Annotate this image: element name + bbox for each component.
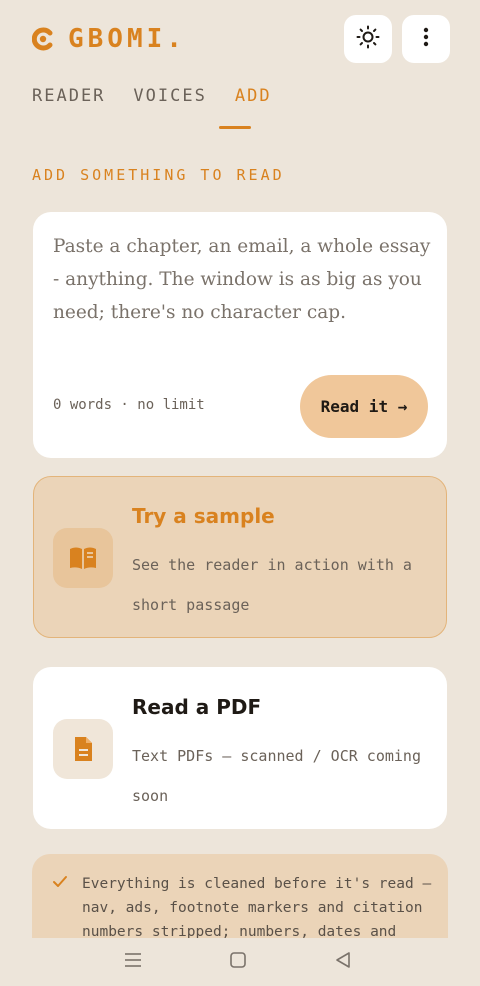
tab-add[interactable]: ADD — [235, 86, 272, 106]
more-vertical-icon — [414, 25, 438, 53]
app-header: GBOMI. — [0, 0, 480, 80]
read-pdf-card[interactable]: Read a PDF Text PDFs — scanned / OCR com… — [33, 667, 447, 829]
check-icon — [52, 874, 68, 894]
book-open-icon — [53, 528, 113, 588]
sample-title: Try a sample — [132, 504, 275, 528]
theme-toggle-button[interactable] — [344, 15, 392, 63]
sample-description: See the reader in action with a short pa… — [132, 556, 412, 614]
active-tab-indicator — [219, 126, 251, 129]
home-button[interactable] — [226, 950, 250, 974]
tab-voices[interactable]: VOICES — [133, 86, 206, 106]
back-triangle-icon — [334, 951, 352, 973]
tab-reader[interactable]: READER — [32, 86, 105, 106]
menu-lines-icon — [123, 951, 143, 973]
paste-text-card: Paste a chapter, an email, a whole essay… — [33, 212, 447, 458]
document-icon — [53, 719, 113, 779]
word-count: 0 words · no limit — [53, 397, 205, 413]
section-title: ADD SOMETHING TO READ — [32, 166, 285, 184]
tab-bar: READER VOICES ADD — [32, 86, 300, 106]
square-icon — [229, 951, 247, 973]
try-sample-card[interactable]: Try a sample See the reader in action wi… — [33, 476, 447, 638]
cleaning-info-text: Everything is cleaned before it's read —… — [82, 876, 432, 938]
brand-name: GBOMI. — [68, 24, 186, 54]
sun-icon — [356, 25, 380, 53]
cleaning-info-card: Everything is cleaned before it's read —… — [32, 854, 448, 938]
more-menu-button[interactable] — [402, 15, 450, 63]
brand: GBOMI. — [31, 24, 186, 54]
brand-logo-icon — [31, 25, 54, 53]
back-button[interactable] — [331, 950, 355, 974]
system-nav-bar — [0, 938, 480, 986]
pdf-description: Text PDFs — scanned / OCR coming soon — [132, 747, 421, 805]
read-it-button[interactable]: Read it → — [300, 375, 428, 438]
pdf-title: Read a PDF — [132, 695, 262, 719]
recents-button[interactable] — [121, 950, 145, 974]
paste-text-area[interactable]: Paste a chapter, an email, a whole essay… — [53, 230, 433, 329]
